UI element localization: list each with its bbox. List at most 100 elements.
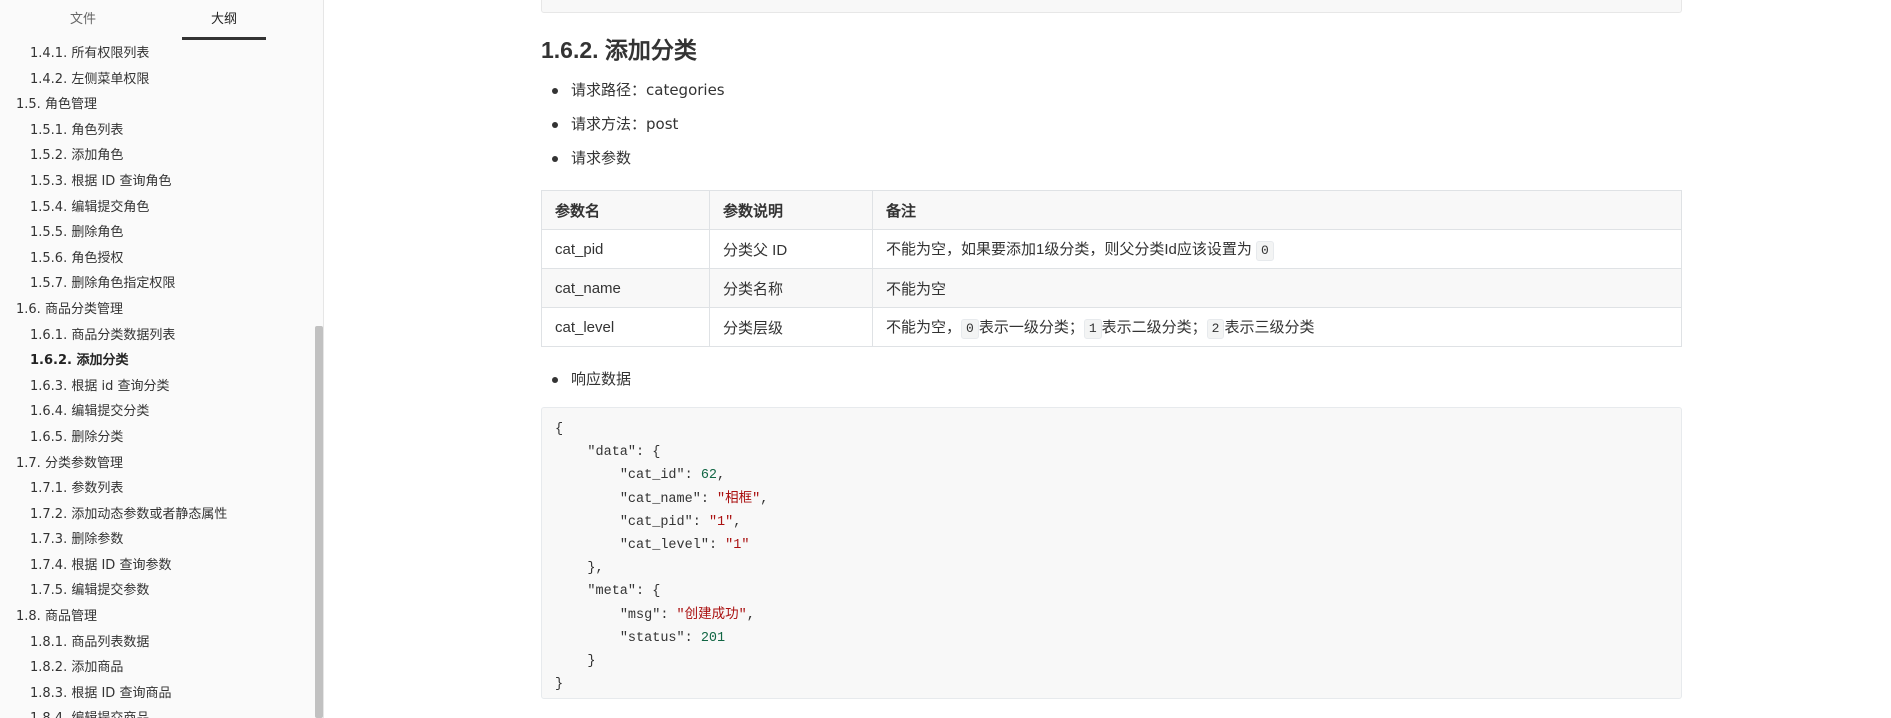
outline-item[interactable]: 1.6.3. 根据 id 查询分类 xyxy=(0,374,314,400)
outline-item[interactable]: 1.5.4. 编辑提交角色 xyxy=(0,195,314,221)
outline-item[interactable]: 1.6.4. 编辑提交分类 xyxy=(0,399,314,425)
table-cell: 分类层级 xyxy=(709,307,873,347)
code-line: }, xyxy=(555,561,604,577)
code-line: "cat_level": "1" xyxy=(619,537,750,553)
inline-code: 2 xyxy=(1206,318,1225,339)
code-line: } xyxy=(555,653,596,669)
note-text: 不能为空，如果要添加1级分类，则父分类Id应该设置为 xyxy=(886,240,1252,258)
sidebar-scrollbar-thumb[interactable] xyxy=(315,326,323,718)
tab-outline-label: 大纲 xyxy=(210,12,237,27)
outline-item[interactable]: 1.4.2. 左侧菜单权限 xyxy=(0,67,314,93)
note-text: 表示一级分类； xyxy=(978,318,1084,336)
table-header: 备注 xyxy=(872,190,1682,230)
table-cell: cat_level xyxy=(541,307,710,347)
outline-list: 1.4.1. 所有权限列表 1.4.2. 左侧菜单权限 1.5. 角色管理 1.5.1… xyxy=(0,41,314,718)
inline-code: 0 xyxy=(1256,240,1274,261)
code-line: "cat_pid": "1", xyxy=(619,514,742,530)
outline-item[interactable]: 1.5.6. 角色授权 xyxy=(0,246,314,272)
outline-item[interactable]: 1.7.4. 根据 ID 查询参数 xyxy=(0,553,314,579)
code-string: "1" xyxy=(725,537,750,553)
list-item: 请求路径：categories xyxy=(552,78,725,112)
outline-item[interactable]: 1.7.3. 删除参数 xyxy=(0,527,314,553)
table-cell: 分类名称 xyxy=(709,268,873,308)
outline-item[interactable]: 1.8.1. 商品列表数据 xyxy=(0,630,314,656)
code-punct: , xyxy=(717,468,726,484)
code-line: } xyxy=(555,677,564,693)
outline-item[interactable]: 1.5. 角色管理 xyxy=(0,92,314,118)
outline-item[interactable]: 1.6.5. 删除分类 xyxy=(0,425,314,451)
code-line: "msg": "创建成功", xyxy=(619,607,755,623)
table-row: cat_pid 分类父 ID 不能为空，如果要添加1级分类，则父分类Id应该设置… xyxy=(541,229,1682,269)
code-string: "创建成功" xyxy=(676,607,747,623)
table-row: cat_level 分类层级 不能为空， 0 表示一级分类； 1 表示二级分类； 2 表示三… xyxy=(541,307,1682,347)
list-item: 响应数据 xyxy=(551,367,631,391)
outline-item[interactable]: 1.7.5. 编辑提交参数 xyxy=(0,578,314,604)
code-punct: , xyxy=(746,607,755,623)
list-item: 请求方法：post xyxy=(552,112,725,146)
code-line: "data": { xyxy=(555,441,1668,464)
code-key: "cat_pid" xyxy=(619,514,693,530)
table-header-row: 参数名 参数说明 备注 xyxy=(541,190,1682,230)
outline-item[interactable]: 1.8.2. 添加商品 xyxy=(0,655,314,681)
outline-item[interactable]: 1.6.1. 商品分类数据列表 xyxy=(0,323,314,349)
document-content: 1.6.2. 添加分类 请求路径：categories 请求方法：post 请求… xyxy=(541,0,1682,718)
code-line: "meta": { xyxy=(555,580,1668,603)
table-cell: 不能为空，如果要添加1级分类，则父分类Id应该设置为 0 xyxy=(872,229,1682,269)
params-table: 参数名 参数说明 备注 cat_pid 分类父 ID 不能为空，如果要添加1级分… xyxy=(541,190,1682,347)
note-text: 表示三级分类 xyxy=(1224,318,1315,336)
code-key: "cat_level" xyxy=(619,537,709,553)
outline-item[interactable]: 1.7.1. 参数列表 xyxy=(0,476,314,502)
note-text: 不能为空， xyxy=(886,318,962,336)
outline-item[interactable]: 1.5.1. 角色列表 xyxy=(0,118,314,144)
tab-active-indicator xyxy=(182,37,266,40)
tab-file[interactable]: 文件 xyxy=(38,0,128,40)
table-cell: cat_name xyxy=(541,268,710,308)
code-line: "cat_name": "相框", xyxy=(619,491,769,507)
request-info-list: 请求路径：categories 请求方法：post 请求参数 xyxy=(552,78,725,180)
tab-outline[interactable]: 大纲 xyxy=(182,0,266,40)
response-list: 响应数据 xyxy=(551,367,631,391)
table-cell: 不能为空 xyxy=(872,268,1682,308)
outline-item[interactable]: 1.8.3. 根据 ID 查询商品 xyxy=(0,681,314,707)
code-punct: : { xyxy=(636,445,661,461)
code-punct: , xyxy=(733,514,742,530)
outline-item[interactable]: 1.5.7. 删除角色指定权限 xyxy=(0,271,314,297)
table-cell: cat_pid xyxy=(541,229,710,269)
code-key: "meta" xyxy=(587,584,637,600)
code-string: "相框" xyxy=(717,491,761,507)
outline-item[interactable]: 1.8. 商品管理 xyxy=(0,604,314,630)
outline-item[interactable]: 1.5.2. 添加角色 xyxy=(0,143,314,169)
outline-item[interactable]: 1.5.3. 根据 ID 查询角色 xyxy=(0,169,314,195)
code-number: 62 xyxy=(700,468,718,484)
table-cell: 分类父 ID xyxy=(709,229,873,269)
inline-code: 1 xyxy=(1083,318,1102,339)
outline-item[interactable]: 1.5.5. 删除角色 xyxy=(0,220,314,246)
response-code-block[interactable]: { "data": { "cat_id": 62, "cat_name": "相… xyxy=(541,407,1682,699)
inline-code: 0 xyxy=(961,318,979,339)
code-key: "cat_name" xyxy=(619,491,701,507)
sidebar: 文件 大纲 1.4.1. 所有权限列表 1.4.2. 左侧菜单权限 1.5. 角色管… xyxy=(0,0,324,718)
outline-item[interactable]: 1.7. 分类参数管理 xyxy=(0,451,314,477)
table-row: cat_name 分类名称 不能为空 xyxy=(541,268,1682,308)
code-key: "msg" xyxy=(619,607,661,623)
note-text: 表示二级分类； xyxy=(1101,318,1207,336)
previous-code-block xyxy=(541,0,1682,13)
outline-item[interactable]: 1.8.4. 编辑提交商品 xyxy=(0,706,314,718)
outline-item[interactable]: 1.6.2. 添加分类 xyxy=(0,348,314,374)
code-key: "cat_id" xyxy=(619,468,685,484)
code-line: "status": 201 xyxy=(619,630,726,646)
list-item: 请求参数 xyxy=(552,146,725,180)
code-string: "1" xyxy=(708,514,734,530)
outline-item[interactable]: 1.7.2. 添加动态参数或者静态属性 xyxy=(0,502,314,528)
outline-item[interactable]: 1.4.1. 所有权限列表 xyxy=(0,41,314,67)
code-line: { xyxy=(555,422,564,437)
code-key: "status" xyxy=(619,630,685,646)
page-title: 1.6.2. 添加分类 xyxy=(541,37,697,63)
outline-item[interactable]: 1.6. 商品分类管理 xyxy=(0,297,314,323)
sidebar-tabs: 文件 大纲 xyxy=(0,0,323,40)
table-cell: 不能为空， 0 表示一级分类； 1 表示二级分类； 2 表示三级分类 xyxy=(872,307,1682,347)
code-number: 201 xyxy=(700,630,726,646)
code-key: "data" xyxy=(587,445,637,461)
code-punct: , xyxy=(760,491,769,507)
code-line: "cat_id": 62, xyxy=(619,468,726,484)
